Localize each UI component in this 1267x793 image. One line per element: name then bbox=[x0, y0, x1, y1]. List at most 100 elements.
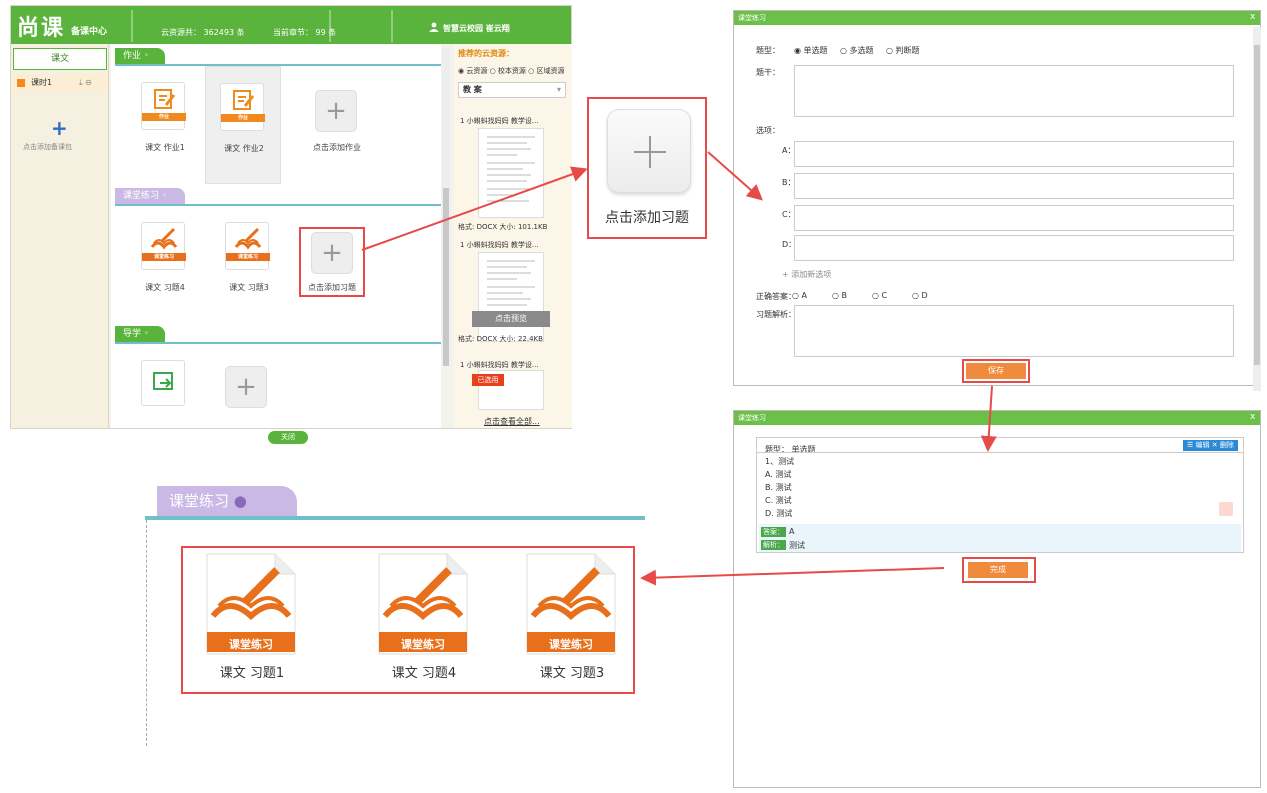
homework-card[interactable]: 作业 课文 作业1 bbox=[131, 76, 199, 176]
question-preview: 题型： 单选题 ☰ 编辑 ✕ 删除 1、测试 A. 测试 B. 测试 C. 测试… bbox=[756, 437, 1244, 553]
dialog-title: 课堂练习 bbox=[734, 11, 1260, 25]
homework-doc-icon: 作业 bbox=[141, 82, 186, 130]
radio-region[interactable]: ○ 区域资源 bbox=[528, 67, 564, 75]
dialog-scroll-thumb[interactable] bbox=[1254, 45, 1260, 365]
content-scroll-thumb[interactable] bbox=[443, 188, 449, 366]
radio-school[interactable]: ○ 校本资源 bbox=[490, 67, 526, 75]
resource-item-title[interactable]: 1 小蝌蚪找妈妈 教学设... bbox=[460, 240, 539, 250]
card-label: 课文 习题4 bbox=[145, 283, 185, 292]
left-panel: 课文 课时1 ⤓ ⊖ + 点击添加备课包 bbox=[11, 44, 109, 428]
close-button[interactable]: 关闭 bbox=[268, 431, 308, 444]
resource-thumbnail[interactable] bbox=[478, 128, 544, 218]
save-button[interactable]: 保存 bbox=[966, 363, 1026, 379]
user-icon bbox=[429, 22, 439, 32]
edit-delete-bar[interactable]: ☰ 编辑 ✕ 删除 bbox=[1183, 440, 1238, 451]
radio-single[interactable]: ◉ 单选题 bbox=[794, 45, 828, 56]
decor-line bbox=[391, 10, 393, 42]
options-label: 选项： bbox=[756, 126, 780, 135]
section-divider bbox=[115, 342, 441, 344]
app-subtitle: 备课中心 bbox=[71, 27, 108, 37]
zoom-practice-card[interactable]: 课堂练习 课文 习题1 bbox=[187, 552, 317, 682]
card-band: 课堂练习 bbox=[549, 638, 593, 651]
tab-lesson-text[interactable]: 课文 bbox=[13, 48, 107, 70]
dialog-close-icon[interactable]: x bbox=[1250, 12, 1255, 22]
lesson-item[interactable]: 课时1 bbox=[13, 74, 107, 92]
radio-cloud[interactable]: ◉ 云资源 bbox=[458, 67, 487, 75]
user-name[interactable]: 智慧云校园 崔云翔 bbox=[443, 23, 510, 34]
radio-multi[interactable]: ○ 多选题 bbox=[840, 45, 874, 56]
app-header: 尚课 备课中心 云资源共： 362493 条 当前章节： 99 条 智慧云校园 … bbox=[11, 6, 571, 44]
question-stem: 1、测试 bbox=[765, 457, 795, 466]
analysis-value: 测试 bbox=[789, 541, 805, 550]
resource-meta: 格式: DOCX 大小: 101.1KB bbox=[458, 223, 548, 231]
lesson-ops-icons[interactable]: ⤓ ⊖ bbox=[79, 74, 92, 92]
section-divider bbox=[115, 204, 441, 206]
chapter-count: 当前章节： 99 条 bbox=[273, 28, 337, 37]
resource-item-title[interactable]: 1 小蝌蚪找妈妈 教学设... bbox=[460, 360, 539, 370]
radio-judge[interactable]: ○ 判断题 bbox=[886, 45, 920, 56]
resource-item-title[interactable]: 1 小蝌蚪找妈妈 教学设... bbox=[460, 116, 539, 126]
card-label: 课文 习题3 bbox=[539, 666, 605, 681]
answer-radio-b[interactable]: ○ B bbox=[832, 291, 847, 300]
dialog-title: 课堂练习 bbox=[734, 411, 1260, 425]
add-guide-plus-icon[interactable]: + bbox=[225, 366, 267, 408]
preview-button[interactable]: 点击预览 bbox=[472, 311, 550, 327]
question-option: C. 测试 bbox=[765, 496, 792, 505]
practice-card[interactable]: 课堂练习 课文 习题4 bbox=[131, 216, 199, 316]
add-lesson-label[interactable]: 点击添加备课包 bbox=[23, 142, 72, 152]
resource-source-radios[interactable]: ◉ 云资源 ○ 校本资源 ○ 区域资源 bbox=[458, 66, 565, 76]
stem-label: 题干： bbox=[756, 68, 780, 77]
add-practice-zoom[interactable]: 点击添加习题 bbox=[587, 97, 707, 239]
question-type: 题型： 单选题 bbox=[765, 445, 816, 454]
answer-radio-d[interactable]: ○ D bbox=[912, 291, 928, 300]
folder-icon bbox=[17, 79, 25, 87]
question-option: A. 测试 bbox=[765, 470, 792, 479]
option-b-input[interactable] bbox=[794, 173, 1234, 199]
zoom-practice-card[interactable]: 课堂练习 课文 习题3 bbox=[499, 552, 629, 682]
answer-radio-c[interactable]: ○ C bbox=[872, 291, 887, 300]
answer-label: 正确答案： bbox=[756, 292, 796, 301]
add-homework-card[interactable]: + 点击添加作业 bbox=[297, 76, 377, 176]
resource-meta: 格式: DOCX 大小: 22.4KB bbox=[458, 335, 543, 343]
add-lesson-plus-icon[interactable]: + bbox=[51, 116, 68, 140]
resource-thumbnail[interactable] bbox=[478, 252, 544, 342]
answer-radio-a[interactable]: ○ A bbox=[792, 291, 807, 300]
option-a-input[interactable] bbox=[794, 141, 1234, 167]
option-d-input[interactable] bbox=[794, 235, 1234, 261]
resource-type-select[interactable]: 教 案 ▾ bbox=[458, 82, 566, 98]
expand-icon[interactable] bbox=[1219, 502, 1233, 516]
resource-panel: 推荐的云资源： ◉ 云资源 ○ 校本资源 ○ 区域资源 教 案 ▾ 1 小蝌蚪找妈… bbox=[454, 44, 572, 428]
see-all-link[interactable]: 点击查看全部... bbox=[484, 416, 540, 427]
used-badge: 已选用 bbox=[472, 374, 504, 386]
add-practice-card[interactable]: + 点击添加习题 bbox=[297, 216, 367, 316]
homework-doc-icon: 作业 bbox=[220, 83, 265, 131]
zoom-divider bbox=[145, 516, 645, 520]
cloud-count: 云资源共： 362493 条 bbox=[161, 28, 245, 37]
add-practice-label[interactable]: 点击添加习题 bbox=[297, 282, 367, 293]
practice-edit-dialog: 课堂练习 x 题型： ◉ 单选题 ○ 多选题 ○ 判断题 题干： 选项： A： … bbox=[733, 10, 1261, 391]
analysis-input[interactable] bbox=[794, 305, 1234, 357]
card-band: 课堂练习 bbox=[401, 638, 445, 651]
decor-line bbox=[131, 10, 133, 42]
zoomed-practice-section: 课堂练习 ● 课堂练习 课文 习题1 课堂练习 课文 习题4 课堂练习 课文 习… bbox=[145, 466, 645, 746]
card-label: 课文 习题4 bbox=[391, 666, 457, 681]
add-plus-icon[interactable]: + bbox=[315, 90, 357, 132]
add-plus-icon[interactable]: + bbox=[311, 232, 353, 274]
type-label: 题型： bbox=[756, 46, 780, 55]
answer-value: A bbox=[789, 527, 795, 536]
option-c-input[interactable] bbox=[794, 205, 1234, 231]
homework-card-selected[interactable]: 作业 课文 作业2 bbox=[205, 66, 281, 184]
dialog-close-icon[interactable]: x bbox=[1250, 412, 1255, 422]
done-button[interactable]: 完成 bbox=[968, 562, 1028, 578]
section-tab-guide: 导学 ◦ bbox=[115, 326, 165, 342]
add-option-link[interactable]: + 添加新选项 bbox=[782, 269, 831, 280]
practice-card[interactable]: 课堂练习 课文 习题3 bbox=[215, 216, 283, 316]
zoom-dashed-border bbox=[146, 520, 148, 746]
big-add-label[interactable]: 点击添加习题 bbox=[589, 207, 705, 227]
add-homework-label[interactable]: 点击添加作业 bbox=[297, 142, 377, 153]
zoom-practice-card[interactable]: 课堂练习 课文 习题4 bbox=[359, 552, 489, 682]
big-add-plus-icon[interactable] bbox=[607, 109, 691, 193]
resource-title: 推荐的云资源： bbox=[458, 49, 514, 58]
stem-input[interactable] bbox=[794, 65, 1234, 117]
guide-doc-icon[interactable] bbox=[141, 360, 185, 406]
